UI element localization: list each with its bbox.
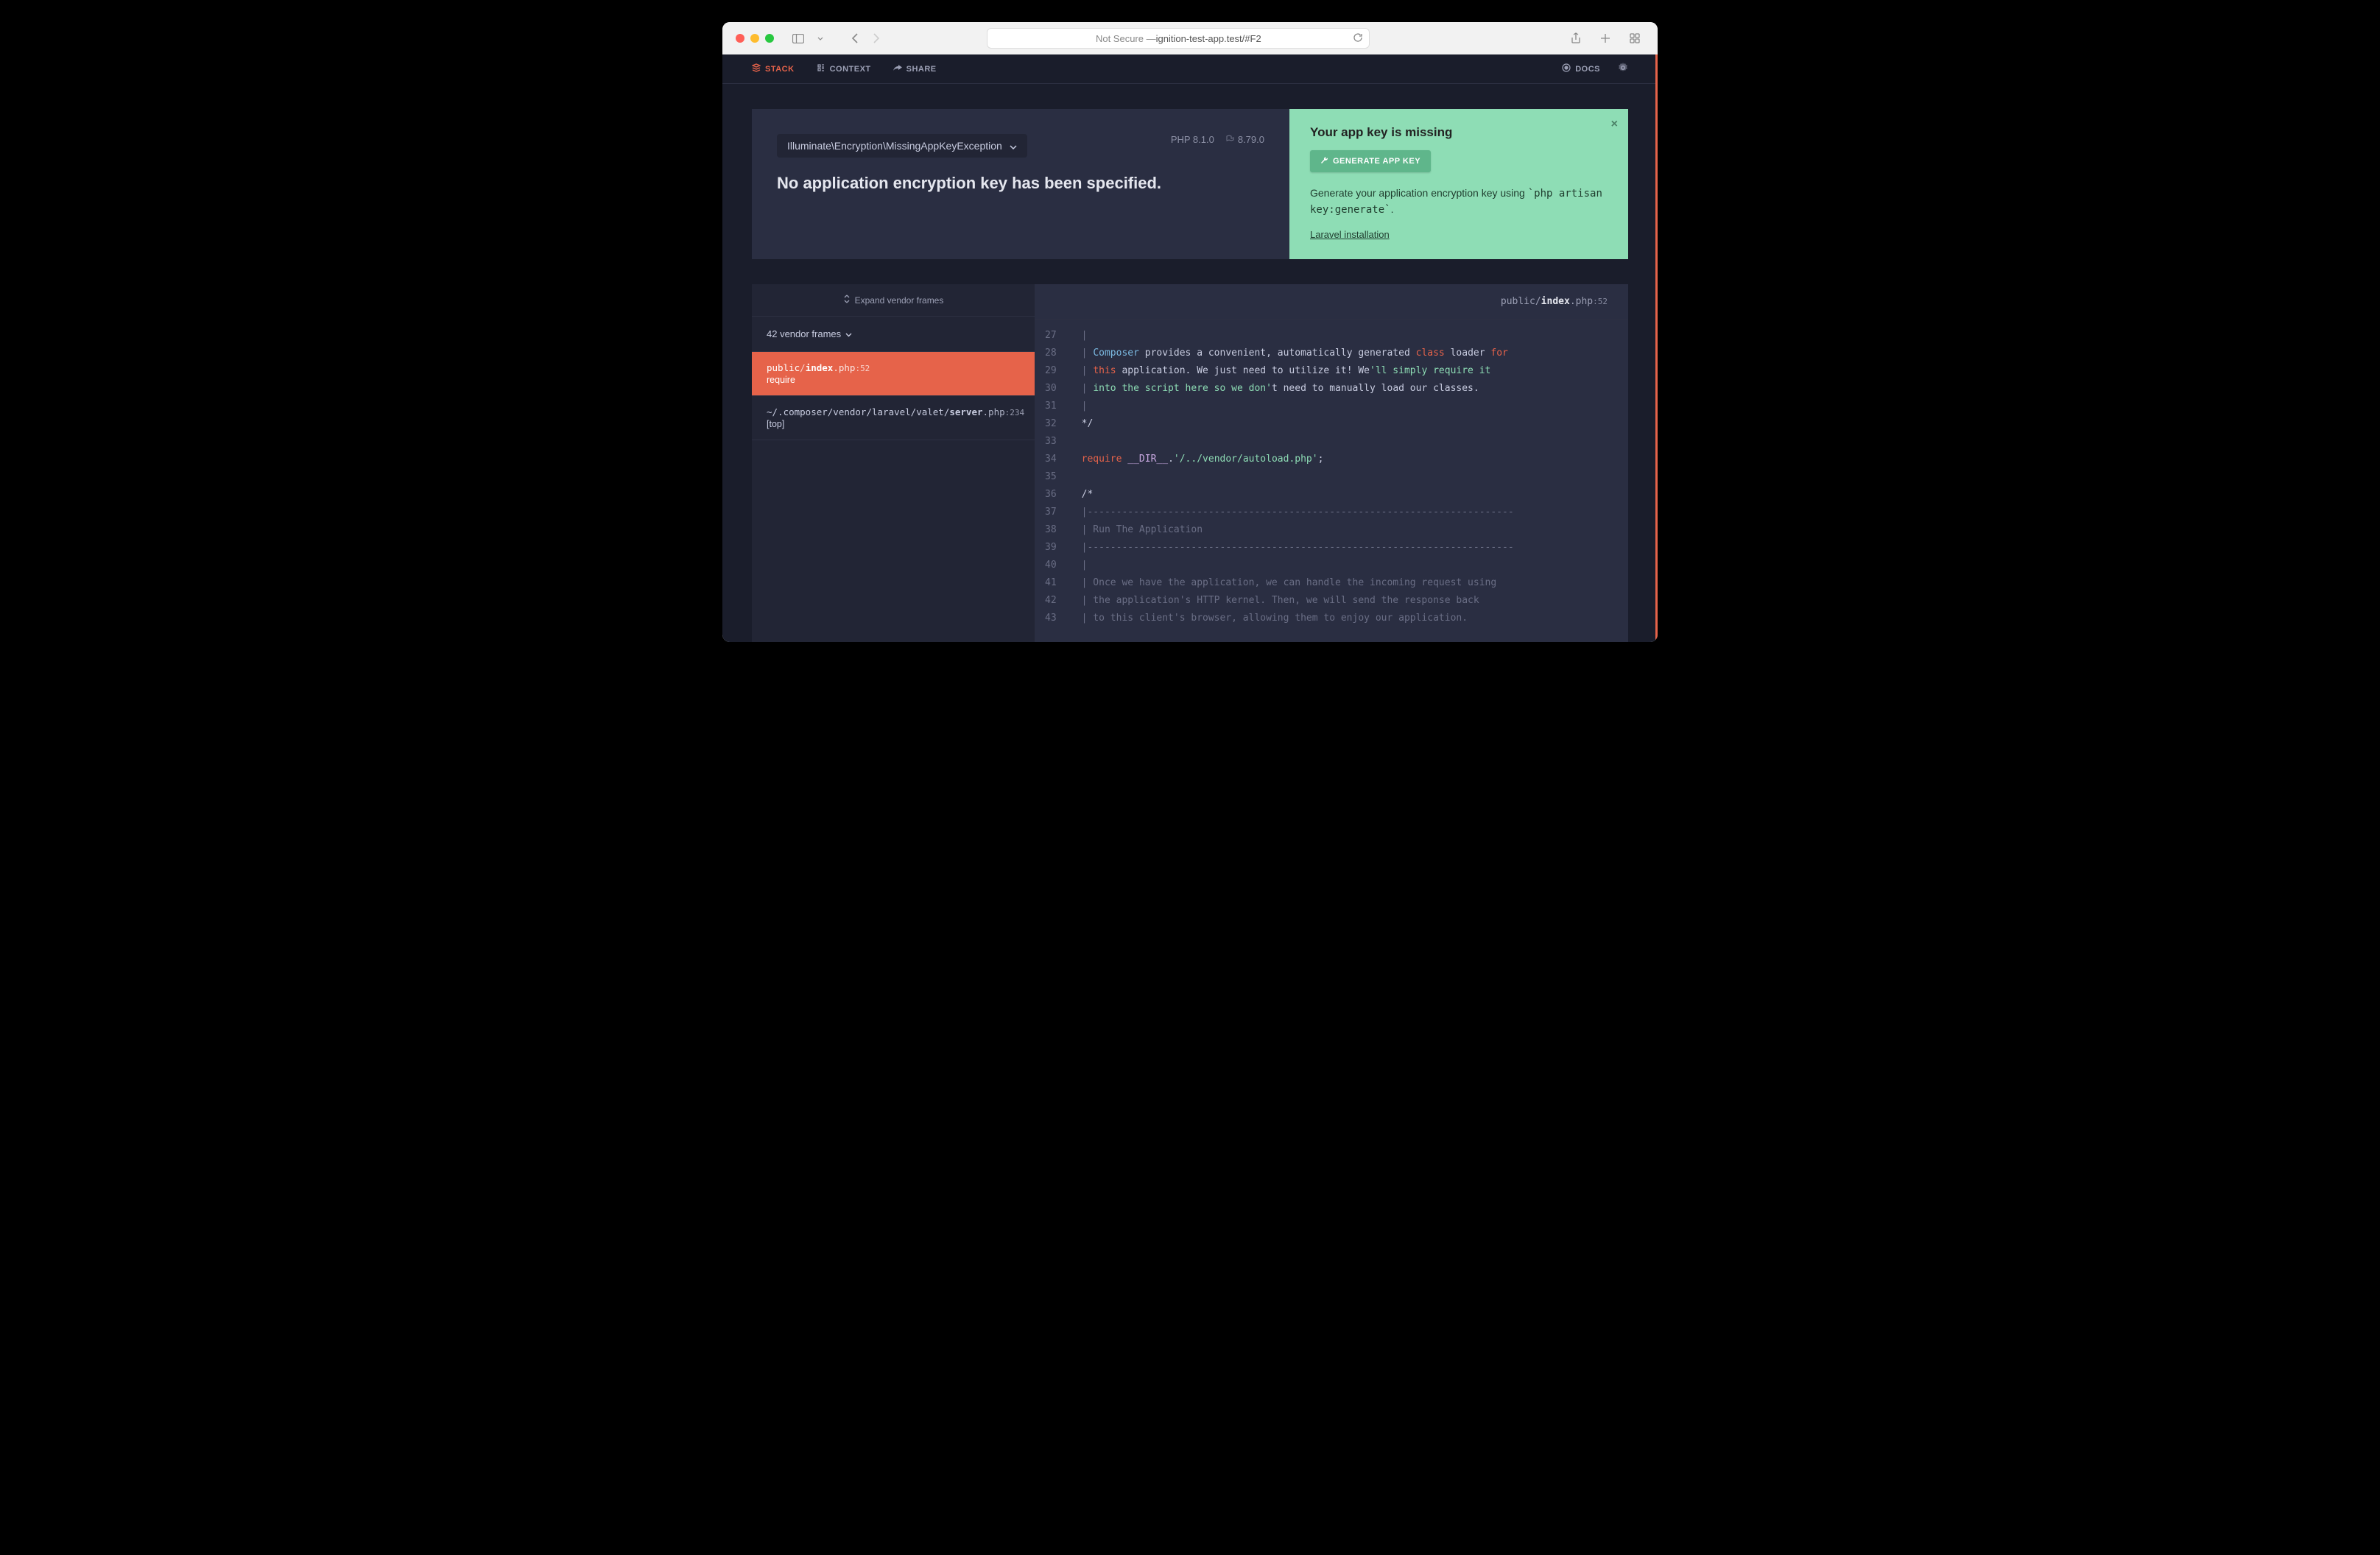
sidebar-toggle-button[interactable]: [789, 29, 808, 48]
wrench-icon: [1320, 156, 1328, 166]
solution-description: Generate your application encryption key…: [1310, 186, 1608, 218]
env-meta: PHP 8.1.0 8.79.0: [1171, 134, 1264, 145]
code-area: 2728293031323334353637383940414243 || Co…: [1035, 320, 1628, 642]
nav-share-label: SHARE: [906, 65, 937, 74]
frame-fn: [top]: [767, 419, 1020, 429]
line-gutter: 2728293031323334353637383940414243: [1035, 320, 1067, 642]
forward-button[interactable]: [867, 29, 886, 48]
exception-message: No application encryption key has been s…: [777, 174, 1264, 193]
titlebar: Not Secure — ignition-test-app.test/#F2: [722, 22, 1658, 54]
reload-icon[interactable]: [1353, 32, 1363, 45]
expand-icon: [843, 295, 851, 306]
expand-vendor-label: Expand vendor frames: [855, 295, 944, 306]
close-window-button[interactable]: [736, 34, 744, 43]
new-tab-button[interactable]: [1596, 29, 1615, 48]
nav-context[interactable]: CONTEXT: [817, 63, 871, 74]
generate-app-key-button[interactable]: GENERATE APP KEY: [1310, 150, 1431, 172]
content: Illuminate\Encryption\MissingAppKeyExcep…: [722, 84, 1658, 642]
stack-row: Expand vendor frames 42 vendor frames pu…: [752, 284, 1628, 642]
context-icon: [817, 63, 825, 74]
app-body: STACK CONTEXT SHARE DOCS: [722, 54, 1658, 642]
nav-stack[interactable]: STACK: [752, 63, 795, 74]
gear-icon: [1618, 63, 1628, 75]
tab-overview-button[interactable]: [1625, 29, 1644, 48]
nav-docs-label: DOCS: [1575, 65, 1600, 74]
solution-button-label: GENERATE APP KEY: [1333, 157, 1420, 166]
stack-icon: [752, 63, 761, 74]
nav-settings[interactable]: [1618, 63, 1628, 75]
nav-docs[interactable]: DOCS: [1562, 63, 1600, 74]
php-version: PHP 8.1.0: [1171, 134, 1214, 145]
share-button[interactable]: [1566, 29, 1585, 48]
navbar: STACK CONTEXT SHARE DOCS: [722, 54, 1658, 84]
frames-column: Expand vendor frames 42 vendor frames pu…: [752, 284, 1035, 642]
traffic-lights: [736, 34, 774, 43]
share-icon: [893, 64, 902, 74]
url-security-label: Not Secure —: [1096, 33, 1156, 44]
url-text: ignition-test-app.test/#F2: [1156, 33, 1261, 44]
solution-link[interactable]: Laravel installation: [1310, 229, 1390, 240]
laravel-icon: [1226, 134, 1235, 145]
close-icon[interactable]: ×: [1611, 118, 1618, 131]
nav-context-label: CONTEXT: [830, 65, 871, 74]
code-column: public/index.php:52 27282930313233343536…: [1035, 284, 1628, 642]
hero-row: Illuminate\Encryption\MissingAppKeyExcep…: [752, 109, 1628, 259]
accent-bar: [1655, 54, 1658, 642]
minimize-window-button[interactable]: [750, 34, 759, 43]
vendor-frames-count: 42 vendor frames: [767, 328, 841, 339]
frame-fn: require: [767, 375, 1020, 385]
maximize-window-button[interactable]: [765, 34, 774, 43]
browser-window: Not Secure — ignition-test-app.test/#F2: [722, 22, 1658, 642]
nav-share[interactable]: SHARE: [893, 64, 937, 74]
exception-selector[interactable]: Illuminate\Encryption\MissingAppKeyExcep…: [777, 134, 1027, 158]
code-lines: || Composer provides a convenient, autom…: [1067, 320, 1628, 642]
docs-icon: [1562, 63, 1571, 74]
tab-dropdown-button[interactable]: [811, 29, 830, 48]
chevron-down-icon: [1010, 140, 1017, 152]
nav-stack-label: STACK: [765, 65, 795, 74]
chevron-down-icon: [845, 328, 852, 339]
exception-card: Illuminate\Encryption\MissingAppKeyExcep…: [752, 109, 1289, 259]
back-button[interactable]: [845, 29, 864, 48]
code-header: public/index.php:52: [1035, 284, 1628, 320]
expand-vendor-frames[interactable]: Expand vendor frames: [752, 284, 1035, 317]
frame-item-active[interactable]: public/index.php:52 require: [752, 352, 1035, 396]
frame-item[interactable]: ~/.composer/vendor/laravel/valet/server.…: [752, 396, 1035, 440]
laravel-version: 8.79.0: [1238, 134, 1264, 145]
vendor-frames-group[interactable]: 42 vendor frames: [752, 317, 1035, 352]
exception-class: Illuminate\Encryption\MissingAppKeyExcep…: [787, 140, 1002, 152]
url-bar[interactable]: Not Secure — ignition-test-app.test/#F2: [987, 28, 1370, 49]
solution-title: Your app key is missing: [1310, 125, 1608, 140]
solution-card: × Your app key is missing GENERATE APP K…: [1289, 109, 1628, 259]
